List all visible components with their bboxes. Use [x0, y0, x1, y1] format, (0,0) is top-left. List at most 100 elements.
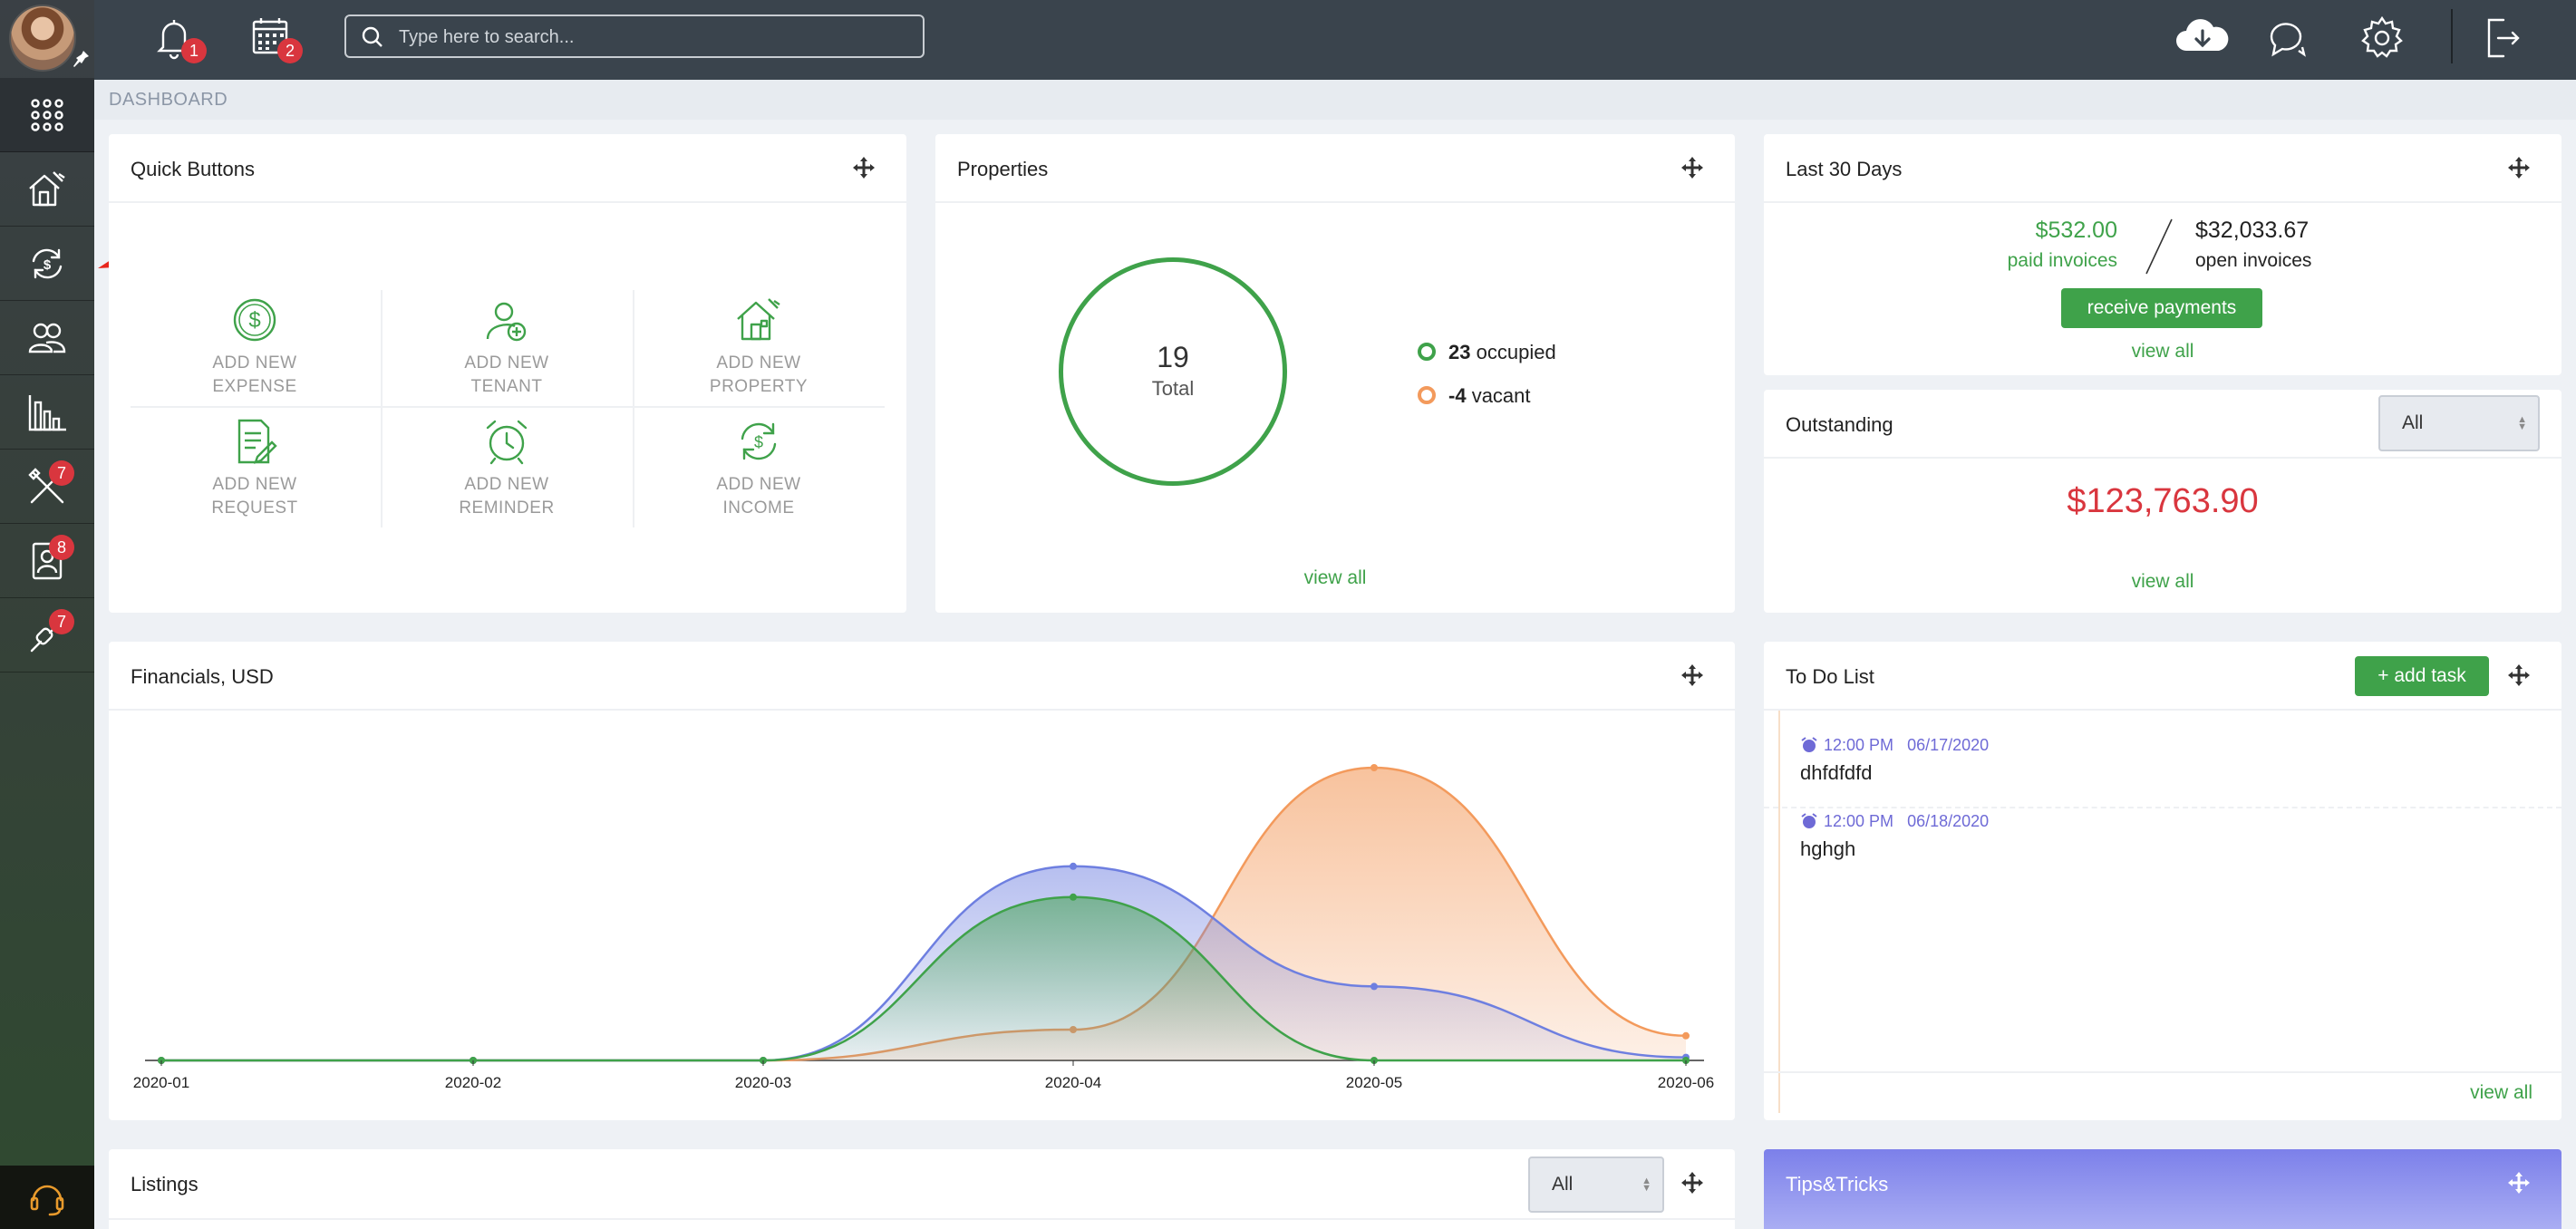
outstanding-filter-select[interactable]: All ▲ ▼ — [2378, 395, 2540, 451]
chat-icon — [2270, 23, 2306, 57]
data-point[interactable] — [1370, 764, 1378, 771]
data-point[interactable] — [1070, 862, 1077, 870]
vacant-label: vacant — [1471, 384, 1531, 407]
panel-title: Last 30 Days — [1786, 158, 1903, 180]
search-box[interactable] — [344, 15, 925, 58]
data-point[interactable] — [1070, 893, 1077, 901]
listings-filter-select[interactable]: All ▲ ▼ — [1528, 1156, 1664, 1213]
properties-view-all-link[interactable]: view all — [935, 567, 1735, 589]
sidebar-item-integrations[interactable]: 7 — [0, 598, 94, 673]
move-icon[interactable] — [2507, 1171, 2531, 1195]
panel-header: Last 30 Days — [1764, 134, 2561, 203]
data-point[interactable] — [1370, 982, 1378, 991]
financials-panel: Financials, USD 2020-01 2020-02 2020-03 202… — [109, 642, 1735, 1120]
todo-footer-divider — [1764, 1071, 2561, 1073]
qb-label-line2: REQUEST — [211, 498, 298, 518]
panel-divider — [109, 1218, 1735, 1220]
add-reminder-button[interactable]: ADD NEW REMINDER — [381, 417, 633, 537]
todo-view-all-link[interactable]: view all — [2470, 1082, 2532, 1104]
qb-label-line2: EXPENSE — [212, 377, 297, 396]
todo-panel: To Do List + add task 12:00 PM 06/17/202… — [1764, 642, 2561, 1120]
calendar-button[interactable]: 2 — [245, 13, 303, 63]
chat-button[interactable] — [2262, 13, 2313, 63]
maintenance-badge: 7 — [49, 460, 74, 486]
download-button[interactable] — [2174, 13, 2232, 63]
sidebar-item-apps[interactable] — [0, 78, 94, 152]
topbar-divider — [2451, 9, 2453, 63]
document-edit-icon — [237, 419, 277, 464]
dollar-circle-icon: $ — [233, 298, 276, 342]
add-expense-button[interactable]: $ ADD NEW EXPENSE — [129, 295, 381, 415]
move-icon[interactable] — [2507, 663, 2531, 687]
sidebar-item-tenants[interactable]: 8 — [0, 524, 94, 598]
panel-header: Properties — [935, 134, 1735, 203]
todo-time-value: 12:00 PM — [1824, 736, 1894, 754]
move-icon[interactable] — [1680, 1171, 1704, 1195]
occupied-count: 23 — [1448, 341, 1471, 363]
gear-icon — [2361, 15, 2403, 58]
notifications-button[interactable]: 1 — [149, 13, 207, 63]
panel-header: Quick Buttons — [109, 134, 906, 203]
qb-label-line1: ADD NEW — [464, 475, 549, 494]
todo-item[interactable]: 12:00 PM 06/17/2020 dhfdfdfd — [1764, 732, 2561, 808]
tenants-badge: 8 — [49, 535, 74, 560]
alarm-icon — [1801, 737, 1817, 752]
sidebar-item-contacts[interactable] — [0, 301, 94, 375]
paid-invoices-amount: $532.00 — [2035, 218, 2117, 243]
sidebar-item-finances[interactable]: $ — [0, 227, 94, 301]
todo-item[interactable]: 12:00 PM 06/18/2020 hghgh — [1764, 810, 2561, 886]
quick-buttons-panel: Quick Buttons $ ADD NEW EXPENSE ADD NEW TE… — [109, 134, 906, 613]
panel-header: To Do List + add task — [1764, 642, 2561, 711]
qb-label-line1: ADD NEW — [716, 475, 801, 494]
vacant-legend: -4 vacant — [1448, 384, 1531, 408]
sidebar-item-properties[interactable] — [0, 152, 94, 227]
properties-panel: Properties 19 Total 23 occupied -4 vacan… — [935, 134, 1735, 613]
x-tick-label: 2020-05 — [1346, 1074, 1402, 1091]
add-tenant-button[interactable]: ADD NEW TENANT — [381, 295, 633, 415]
x-tick-label: 2020-02 — [445, 1074, 501, 1091]
svg-text:$: $ — [44, 257, 52, 273]
sidebar-item-reports[interactable] — [0, 375, 94, 450]
svg-text:$: $ — [754, 433, 763, 451]
headset-icon — [30, 1185, 64, 1216]
pin-icon[interactable] — [71, 49, 91, 69]
add-request-button[interactable]: ADD NEW REQUEST — [129, 417, 381, 537]
x-tick-label: 2020-01 — [133, 1074, 189, 1091]
qb-label-line1: ADD NEW — [212, 353, 297, 373]
settings-button[interactable] — [2357, 13, 2407, 63]
user-avatar[interactable] — [9, 5, 76, 72]
panel-title: Listings — [131, 1173, 199, 1195]
money-cycle-icon: $ — [741, 422, 777, 460]
logout-button[interactable] — [2476, 13, 2527, 63]
x-tick-label: 2020-04 — [1045, 1074, 1101, 1091]
notifications-badge: 1 — [181, 38, 207, 63]
search-input[interactable] — [399, 24, 906, 51]
integrations-badge: 7 — [49, 609, 74, 634]
panel-title: Properties — [957, 158, 1049, 180]
data-point[interactable] — [1682, 1031, 1690, 1040]
outstanding-view-all-link[interactable]: view all — [1764, 571, 2561, 593]
move-icon[interactable] — [2507, 156, 2531, 179]
receive-payments-button[interactable]: receive payments — [2061, 288, 2262, 328]
move-icon[interactable] — [1680, 663, 1704, 687]
add-income-button[interactable]: $ ADD NEW INCOME — [633, 417, 885, 537]
add-task-button[interactable]: + add task — [2355, 656, 2489, 696]
support-button[interactable] — [0, 1166, 94, 1229]
qb-label-line2: REMINDER — [459, 498, 555, 518]
breadcrumb[interactable]: DASHBOARD — [94, 80, 2576, 120]
todo-text: hghgh — [1800, 837, 1856, 860]
x-tick-label: 2020-06 — [1658, 1074, 1714, 1091]
sidebar: $ 7 8 7 — [0, 0, 94, 1229]
sidebar-item-maintenance[interactable]: 7 — [0, 450, 94, 524]
alarm-clock-icon — [486, 420, 528, 465]
top-bar: 1 2 — [94, 0, 2576, 80]
add-property-button[interactable]: ADD NEW PROPERTY — [633, 295, 885, 415]
qb-label-line2: INCOME — [722, 498, 795, 518]
move-icon[interactable] — [1680, 156, 1704, 179]
svg-text:$: $ — [248, 308, 260, 333]
move-icon[interactable] — [852, 156, 876, 179]
last30-view-all-link[interactable]: view all — [1764, 341, 2561, 363]
x-tick-label: 2020-03 — [735, 1074, 791, 1091]
bar-chart-icon — [28, 394, 66, 431]
paid-invoices-label: paid invoices — [2007, 250, 2117, 271]
